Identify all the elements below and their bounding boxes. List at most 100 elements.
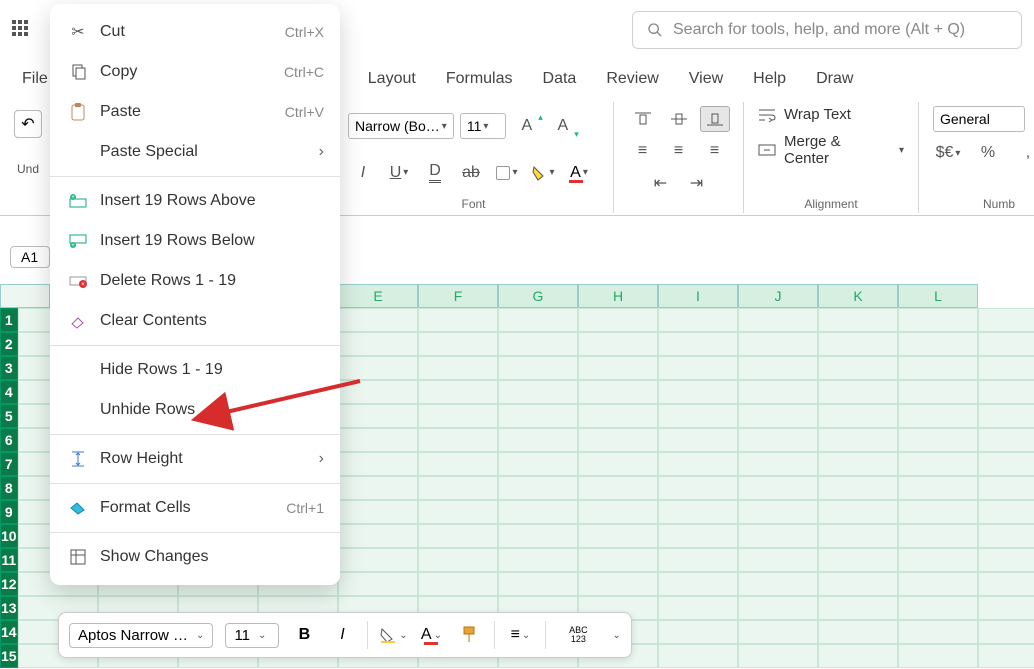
cell[interactable] — [978, 404, 1034, 428]
search-input[interactable]: Search for tools, help, and more (Alt + … — [632, 11, 1022, 49]
cell[interactable] — [658, 428, 738, 452]
cell[interactable] — [818, 644, 898, 668]
cell[interactable] — [578, 572, 658, 596]
align-left-button[interactable]: ≡ — [628, 138, 658, 164]
row-header[interactable]: 6 — [0, 428, 18, 452]
cell[interactable] — [338, 308, 418, 332]
cell[interactable] — [818, 500, 898, 524]
cell[interactable] — [738, 596, 818, 620]
cell[interactable] — [818, 404, 898, 428]
row-header[interactable]: 4 — [0, 380, 18, 404]
cell[interactable] — [898, 404, 978, 428]
align-right-button[interactable]: ≡ — [700, 138, 730, 164]
cell[interactable] — [578, 404, 658, 428]
cell[interactable] — [498, 308, 578, 332]
font-name-select[interactable]: Narrow (Bo…▾ — [348, 113, 454, 139]
tab-help[interactable]: Help — [753, 70, 786, 88]
underline-button[interactable]: U▾ — [384, 160, 414, 186]
cell[interactable] — [738, 332, 818, 356]
cell[interactable] — [658, 332, 738, 356]
font-size-select[interactable]: 11▾ — [460, 113, 506, 139]
cell[interactable] — [338, 428, 418, 452]
cell[interactable] — [578, 428, 658, 452]
cell[interactable] — [818, 308, 898, 332]
row-header[interactable]: 14 — [0, 620, 18, 644]
cell[interactable] — [738, 476, 818, 500]
cell[interactable] — [978, 572, 1034, 596]
cell[interactable] — [898, 644, 978, 668]
tab-view[interactable]: View — [689, 70, 723, 88]
cell[interactable] — [898, 452, 978, 476]
mini-format-painter-button[interactable] — [456, 621, 482, 649]
cell[interactable] — [898, 620, 978, 644]
cell[interactable] — [658, 476, 738, 500]
cell[interactable] — [338, 332, 418, 356]
cell[interactable] — [578, 500, 658, 524]
cell[interactable] — [418, 356, 498, 380]
ctx-insert-above[interactable]: + Insert 19 Rows Above — [50, 181, 340, 221]
cell[interactable] — [978, 548, 1034, 572]
mini-numfmt-button[interactable]: ABC 123 — [558, 621, 598, 649]
cell[interactable] — [498, 572, 578, 596]
cell[interactable] — [898, 356, 978, 380]
cell[interactable] — [818, 428, 898, 452]
row-header[interactable]: 1 — [0, 308, 18, 332]
cell[interactable] — [418, 404, 498, 428]
cell[interactable] — [658, 572, 738, 596]
row-header[interactable]: 9 — [0, 500, 18, 524]
cell[interactable] — [658, 500, 738, 524]
tab-file[interactable]: File — [22, 70, 48, 88]
cell[interactable] — [978, 620, 1034, 644]
cell[interactable] — [898, 308, 978, 332]
app-launcher-icon[interactable] — [12, 20, 32, 40]
cell[interactable] — [498, 404, 578, 428]
cell[interactable] — [578, 476, 658, 500]
row-header[interactable]: 12 — [0, 572, 18, 596]
ctx-row-height[interactable]: Row Height › — [50, 439, 340, 479]
cell[interactable] — [898, 380, 978, 404]
cell[interactable] — [818, 476, 898, 500]
mini-bold-button[interactable]: B — [291, 621, 317, 649]
cell[interactable] — [818, 380, 898, 404]
cell[interactable] — [338, 524, 418, 548]
align-middle-button[interactable] — [664, 106, 694, 132]
cell[interactable] — [418, 524, 498, 548]
cell[interactable] — [978, 380, 1034, 404]
cell[interactable] — [338, 572, 418, 596]
italic-button[interactable]: I — [348, 160, 378, 186]
cell[interactable] — [738, 452, 818, 476]
cell[interactable] — [818, 596, 898, 620]
cell[interactable] — [818, 572, 898, 596]
cell[interactable] — [578, 524, 658, 548]
cell[interactable] — [338, 452, 418, 476]
cell[interactable] — [818, 620, 898, 644]
col-header[interactable]: K — [818, 284, 898, 308]
cell[interactable] — [738, 620, 818, 644]
cell[interactable] — [578, 308, 658, 332]
cell[interactable] — [658, 620, 738, 644]
row-header[interactable]: 10 — [0, 524, 18, 548]
cell[interactable] — [818, 524, 898, 548]
cell[interactable] — [978, 308, 1034, 332]
cell[interactable] — [658, 380, 738, 404]
cell[interactable] — [738, 548, 818, 572]
cell[interactable] — [498, 548, 578, 572]
cell[interactable] — [418, 500, 498, 524]
align-bottom-button[interactable] — [700, 106, 730, 132]
cell[interactable] — [498, 524, 578, 548]
cell[interactable] — [578, 380, 658, 404]
cell[interactable] — [338, 356, 418, 380]
row-header[interactable]: 13 — [0, 596, 18, 620]
cell[interactable] — [418, 428, 498, 452]
ctx-hide-rows[interactable]: Hide Rows 1 - 19 — [50, 350, 340, 390]
merge-center-button[interactable]: Merge & Center▾ — [758, 133, 904, 167]
cell[interactable] — [498, 500, 578, 524]
ctx-unhide-rows[interactable]: Unhide Rows — [50, 390, 340, 430]
cell[interactable] — [738, 644, 818, 668]
mini-fontcolor-button[interactable]: A⌄ — [418, 621, 444, 649]
cell[interactable] — [978, 596, 1034, 620]
cell[interactable] — [658, 404, 738, 428]
cell[interactable] — [418, 308, 498, 332]
cell[interactable] — [978, 452, 1034, 476]
fill-color-button[interactable]: ▾ — [528, 160, 558, 186]
